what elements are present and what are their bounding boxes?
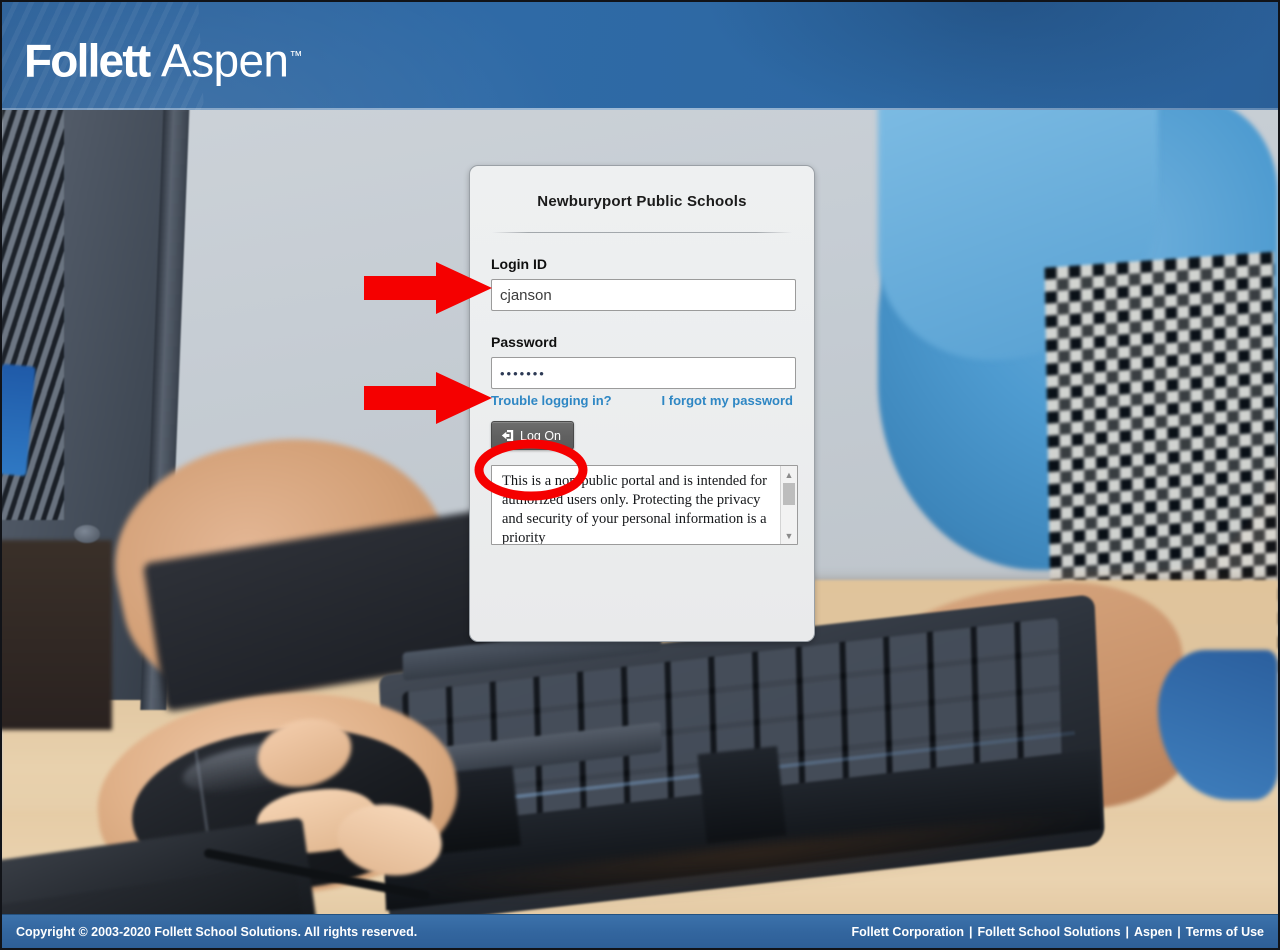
photo-keyboard-foot-right bbox=[697, 746, 787, 844]
page-header: Follett Aspen™ bbox=[2, 2, 1278, 110]
trouble-logging-in-link[interactable]: Trouble logging in? bbox=[491, 393, 612, 408]
panel-divider bbox=[492, 232, 792, 233]
password-label: Password bbox=[491, 334, 558, 350]
page-footer: Copyright © 2003-2020 Follett School Sol… bbox=[2, 914, 1278, 948]
footer-copyright: Copyright © 2003-2020 Follett School Sol… bbox=[16, 924, 418, 939]
footer-link-terms-of-use[interactable]: Terms of Use bbox=[1186, 925, 1264, 939]
log-on-arrow-icon bbox=[501, 429, 514, 442]
disclaimer-textarea[interactable]: This is a non-public portal and is inten… bbox=[491, 465, 798, 545]
footer-separator: | bbox=[1177, 924, 1181, 939]
login-panel: Newburyport Public Schools Login ID Pass… bbox=[469, 165, 815, 642]
disclaimer-text: This is a non-public portal and is inten… bbox=[502, 473, 771, 544]
login-id-input[interactable] bbox=[491, 279, 796, 311]
password-input[interactable] bbox=[491, 357, 796, 389]
page-title: Newburyport Public Schools bbox=[537, 193, 747, 210]
login-id-label: Login ID bbox=[491, 256, 547, 272]
photo-monitor-base-shadow bbox=[2, 540, 112, 730]
photo-monitor-knob bbox=[74, 525, 100, 543]
disclaimer-scrollbar[interactable]: ▲ ▼ bbox=[780, 466, 797, 544]
footer-link-aspen[interactable]: Aspen bbox=[1134, 925, 1172, 939]
footer-separator: | bbox=[968, 924, 973, 939]
logon-button-row: Log On bbox=[470, 408, 814, 450]
follett-aspen-logo: Follett Aspen™ bbox=[24, 24, 302, 92]
footer-links: Follett Corporation | Follett School Sol… bbox=[851, 925, 1264, 939]
footer-link-follett-corporation[interactable]: Follett Corporation bbox=[851, 925, 964, 939]
footer-separator: | bbox=[1125, 924, 1130, 939]
log-on-button[interactable]: Log On bbox=[491, 421, 575, 450]
password-field-block: Password bbox=[470, 334, 814, 389]
logo-follett-text: Follett bbox=[24, 34, 151, 87]
trademark-symbol: ™ bbox=[289, 48, 303, 63]
logo-aspen-text: Aspen bbox=[160, 34, 289, 87]
helper-links-row: Trouble logging in? I forgot my password bbox=[470, 389, 814, 408]
scroll-down-arrow-icon[interactable]: ▼ bbox=[781, 528, 797, 543]
forgot-password-link[interactable]: I forgot my password bbox=[662, 393, 793, 408]
footer-link-follett-school-solutions[interactable]: Follett School Solutions bbox=[977, 925, 1120, 939]
log-on-button-label: Log On bbox=[520, 428, 562, 443]
login-id-field-block: Login ID bbox=[470, 256, 814, 311]
aspen-login-page: Follett Aspen™ Newburyport Public School… bbox=[0, 0, 1280, 950]
scrollbar-thumb[interactable] bbox=[783, 483, 795, 505]
scroll-up-arrow-icon[interactable]: ▲ bbox=[781, 467, 797, 482]
